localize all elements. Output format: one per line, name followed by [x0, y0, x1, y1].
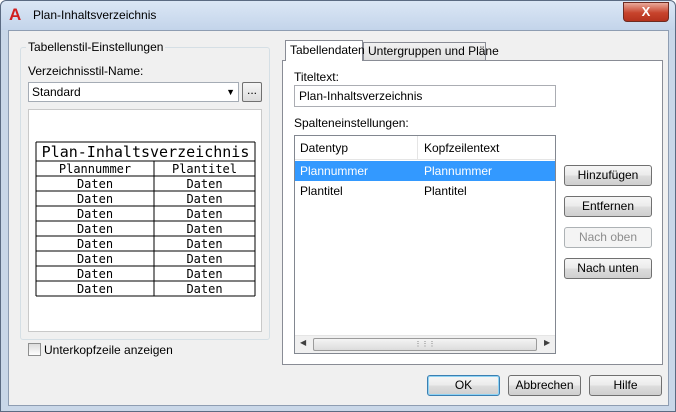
- preview-data-cell: Daten: [77, 192, 113, 206]
- list-row-plannummer[interactable]: Plannummer Plannummer: [295, 161, 555, 181]
- preview-table-drawing: Plan-InhaltsverzeichnisPlannummer Plantit…: [35, 141, 256, 297]
- preview-data-cell: Daten: [77, 177, 113, 191]
- column-header-row: Datentyp Kopfzeilentext: [295, 136, 555, 160]
- column-header-header-text[interactable]: Kopfzeilentext: [424, 141, 499, 155]
- style-name-label: Verzeichnisstil-Name:: [28, 64, 144, 78]
- row-header-text: Plantitel: [424, 184, 467, 198]
- table-style-preview: Plan-Inhaltsverzeichnis Plannummer Plantit…: [28, 109, 262, 332]
- cancel-button[interactable]: Abbrechen: [508, 375, 581, 396]
- table-style-settings-title: Tabellenstil-Einstellungen: [26, 40, 166, 54]
- tab-subgroups-label: Untergruppen und Pläne: [368, 44, 499, 58]
- preview-data-cell: Daten: [186, 177, 222, 191]
- preview-data-cell: Daten: [77, 282, 113, 296]
- table-data-panel: Titeltext: Plan-Inhaltsverzeichnis Spalt…: [282, 60, 663, 365]
- scrollbar-thumb[interactable]: ⋮⋮⋮: [313, 338, 537, 351]
- title-text-value: Plan-Inhaltsverzeichnis: [299, 89, 423, 103]
- row-header-text: Plannummer: [424, 164, 493, 178]
- preview-data-cell: Daten: [186, 282, 222, 296]
- column-header-separator[interactable]: [417, 136, 418, 160]
- subheader-checkbox-label: Unterkopfzeile anzeigen: [44, 343, 173, 357]
- style-name-value: Standard: [32, 85, 81, 99]
- list-row-plantitel[interactable]: Plantitel Plantitel: [295, 181, 555, 201]
- row-datatype: Plannummer: [300, 164, 369, 178]
- column-settings-list[interactable]: Datentyp Kopfzeilentext Plannummer Plann…: [294, 135, 556, 354]
- scroll-right-icon[interactable]: ▶: [544, 338, 550, 347]
- preview-data-cell: Daten: [186, 207, 222, 221]
- preview-data-cell: Daten: [77, 207, 113, 221]
- column-header-datatype[interactable]: Datentyp: [300, 141, 348, 155]
- preview-data-cell: Daten: [186, 267, 222, 281]
- preview-data-cell: Daten: [186, 222, 222, 236]
- browse-style-button[interactable]: ...: [242, 82, 262, 102]
- preview-data-cell: Daten: [77, 267, 113, 281]
- chevron-down-icon: ▼: [226, 87, 235, 97]
- preview-data-cell: Daten: [77, 252, 113, 266]
- scroll-left-icon[interactable]: ◀: [300, 338, 306, 347]
- preview-title: Plan-Inhaltsverzeichnis: [42, 143, 250, 161]
- title-text-field[interactable]: Plan-Inhaltsverzeichnis: [294, 85, 556, 107]
- autocad-a-icon: A: [9, 5, 22, 24]
- tab-table-data[interactable]: Tabellendaten: [285, 40, 365, 61]
- dialog-window: A Plan-Inhaltsverzeichnis X Tabellenstil…: [0, 0, 676, 412]
- preview-header-cell: Plannummer: [59, 162, 131, 176]
- style-name-combobox[interactable]: Standard ▼: [28, 82, 239, 102]
- ok-button[interactable]: OK: [427, 375, 500, 396]
- dialog-client-area: Tabellenstil-Einstellungen Verzeichnisst…: [8, 30, 669, 406]
- move-up-button[interactable]: Nach oben: [564, 227, 652, 248]
- preview-data-cell: Daten: [186, 252, 222, 266]
- subheader-checkbox[interactable]: [28, 343, 41, 356]
- close-button[interactable]: X: [623, 2, 669, 22]
- title-text-label: Titeltext:: [294, 70, 339, 84]
- horizontal-scrollbar[interactable]: ◀ ⋮⋮⋮ ▶: [295, 335, 555, 353]
- preview-header-cell: Plantitel: [172, 162, 237, 176]
- help-button[interactable]: Hilfe: [589, 375, 662, 396]
- window-title: Plan-Inhaltsverzeichnis: [33, 8, 157, 22]
- row-datatype: Plantitel: [300, 184, 343, 198]
- move-down-button[interactable]: Nach unten: [564, 258, 652, 279]
- title-bar[interactable]: A Plan-Inhaltsverzeichnis X: [1, 1, 675, 30]
- preview-data-cell: Daten: [77, 237, 113, 251]
- preview-data-cell: Daten: [186, 192, 222, 206]
- preview-data-cell: Daten: [77, 222, 113, 236]
- preview-data-cell: Daten: [186, 237, 222, 251]
- column-settings-label: Spalteneinstellungen:: [294, 116, 409, 130]
- tab-table-data-label: Tabellendaten: [290, 43, 365, 57]
- remove-button[interactable]: Entfernen: [564, 196, 652, 217]
- add-button[interactable]: Hinzufügen: [564, 165, 652, 186]
- tab-subgroups-and-sheets[interactable]: Untergruppen und Pläne: [363, 42, 499, 60]
